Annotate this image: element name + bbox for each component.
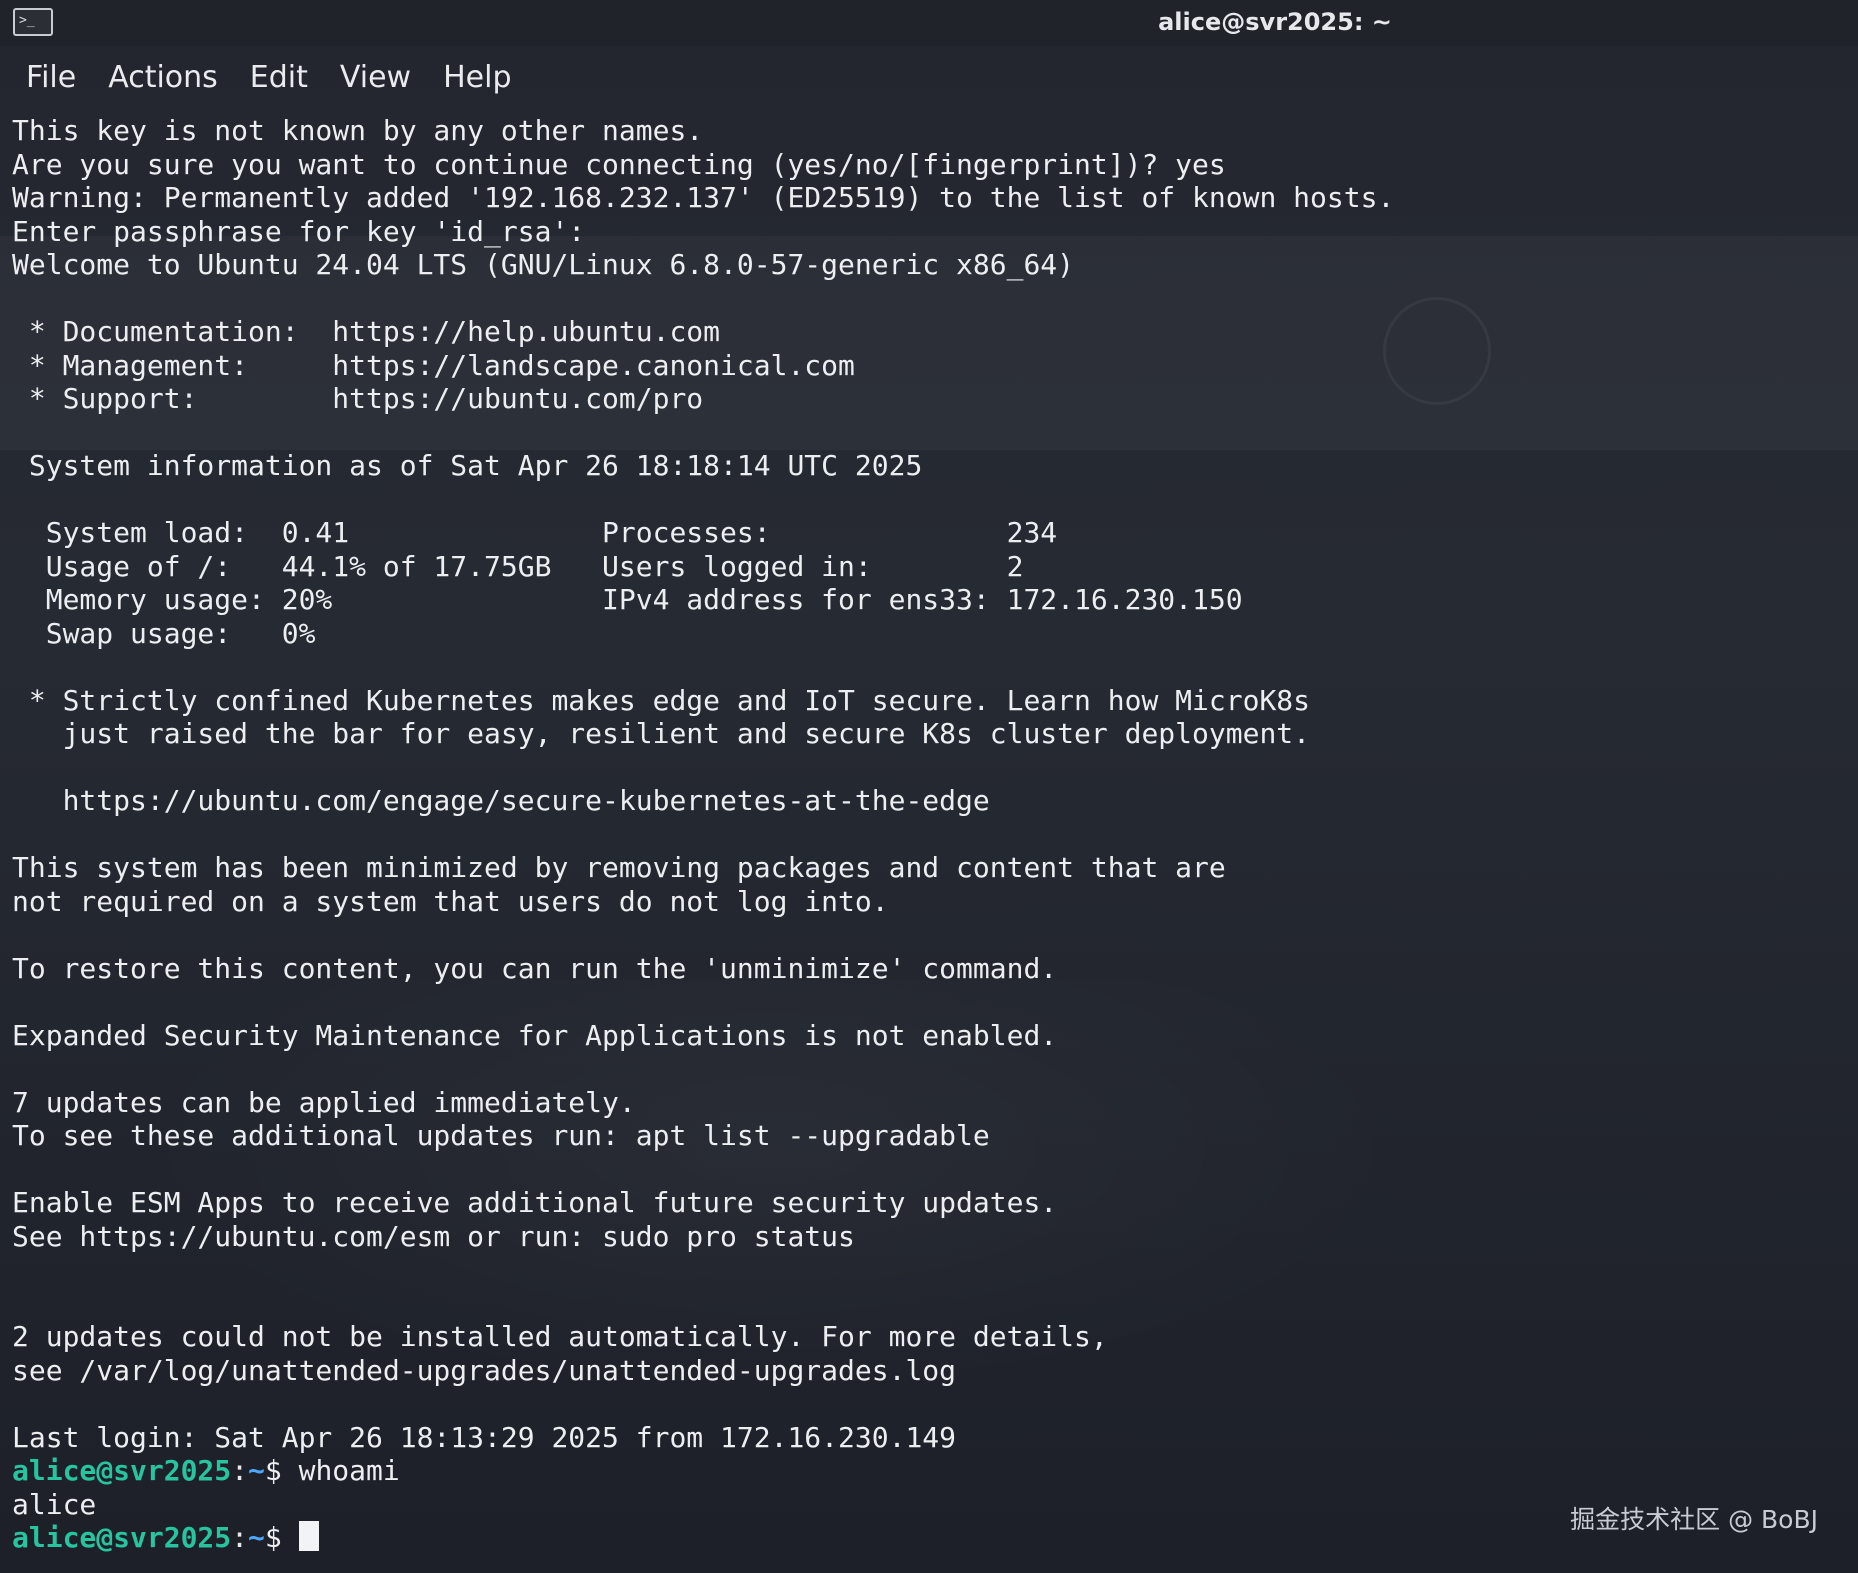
prompt-path: ~ [248,1454,265,1487]
menu-bar: File Actions Edit View Help [10,56,528,100]
terminal-line: Usage of /: 44.1% of 17.75GB Users logge… [12,549,1024,583]
terminal-line: Are you sure you want to continue connec… [12,147,1226,181]
terminal-line: To restore this content, you can run the… [12,951,1058,985]
terminal-line: Swap usage: 0% [12,616,316,650]
prompt-separator: : [231,1521,249,1554]
terminal-line: * Support: https://ubuntu.com/pro [12,382,704,415]
terminal-line: This system has been minimized by removi… [12,851,1226,884]
title-bar[interactable]: >_ alice@svr2025: ~ [0,0,1858,46]
terminal-line: just raised the bar for easy, resilient … [12,717,1311,750]
text-cursor[interactable] [298,1521,319,1551]
terminal-icon[interactable]: >_ [13,8,53,36]
terminal-line: System load: 0.41 Processes: 234 [12,516,1058,549]
prompt-user-host: alice@svr2025 [12,1521,232,1554]
terminal-line: * Strictly confined Kubernetes makes edg… [12,683,1311,717]
command-text: whoami [298,1454,400,1487]
terminal-line: Warning: Permanently added '192.168.232.… [12,181,1395,214]
terminal-line: * Management: https://landscape.canonica… [12,348,855,382]
menu-view[interactable]: View [324,56,427,100]
terminal-line: https://ubuntu.com/engage/secure-kuberne… [12,784,990,817]
terminal-line: Last login: Sat Apr 26 18:13:29 2025 fro… [12,1420,957,1454]
menu-edit[interactable]: Edit [234,56,324,100]
terminal-line: 2 updates could not be installed automat… [12,1320,1108,1353]
menu-file[interactable]: File [10,56,92,100]
terminal-line: Expanded Security Maintenance for Applic… [12,1018,1058,1052]
terminal-line: * Documentation: https://help.ubuntu.com [12,315,721,348]
terminal-output[interactable]: This key is not known by any other names… [12,114,1852,1564]
terminal-line: see /var/log/unattended-upgrades/unatten… [12,1353,957,1387]
prompt-symbol: $ [264,1521,299,1554]
prompt-user-host: alice@svr2025 [12,1454,232,1487]
terminal-line: Welcome to Ubuntu 24.04 LTS (GNU/Linux 6… [12,248,1075,281]
terminal-lines: This key is not known by any other names… [12,114,1852,1454]
menu-help[interactable]: Help [427,56,527,100]
terminal-window: >_ alice@svr2025: ~ File Actions Edit Vi… [0,0,1858,1573]
terminal-line: Memory usage: 20% IPv4 address for ens33… [12,583,1243,616]
terminal-line: See https://ubuntu.com/esm or run: sudo … [12,1219,855,1253]
terminal-line: Enter passphrase for key 'id_rsa': [12,214,586,248]
prompt-symbol: $ [264,1454,299,1487]
prompt-path: ~ [248,1521,265,1554]
menu-actions[interactable]: Actions [92,56,234,100]
prompt-separator: : [231,1454,249,1487]
watermark: 掘金技术社区 @ BoBJ [1570,1505,1818,1534]
terminal-line: Enable ESM Apps to receive additional fu… [12,1186,1058,1219]
prompt-line: alice@svr2025:~$ whoami [12,1454,1852,1488]
window-title: alice@svr2025: ~ [1158,8,1392,36]
terminal-line: not required on a system that users do n… [12,884,889,918]
terminal-line: This key is not known by any other names… [12,114,704,147]
terminal-line: 7 updates can be applied immediately. [12,1085,636,1119]
terminal-line: System information as of Sat Apr 26 18:1… [12,449,923,482]
terminal-line: To see these additional updates run: apt… [12,1119,990,1152]
